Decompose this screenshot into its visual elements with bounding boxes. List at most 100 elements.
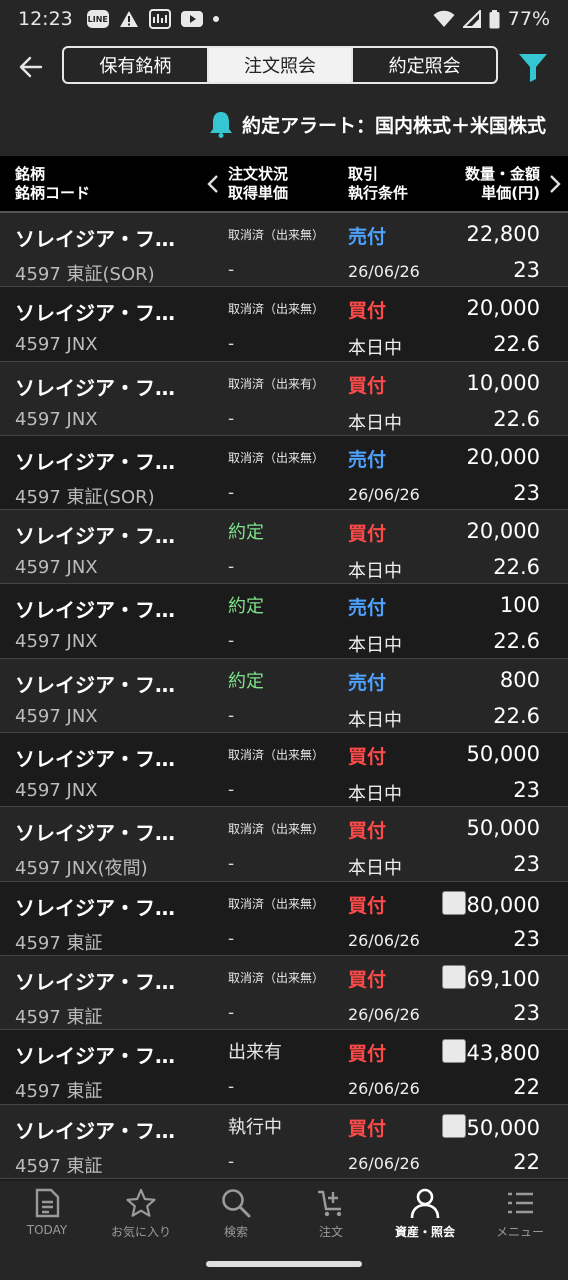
execution-condition: 本日中 <box>348 784 402 806</box>
warning-icon <box>119 11 138 27</box>
order-list[interactable]: ソレイジア・フ… 4597 東証(SOR) 取消済（出来無） - 売付 26/06/26 2… <box>0 213 568 1181</box>
order-row[interactable]: ソレイジア・フ… 4597 JNX(夜間) 取消済（出来無） - 買付 本日中 50,000… <box>0 807 568 882</box>
order-row[interactable]: ソレイジア・フ… 4597 東証 取消済（出来無） - 買付 26/06/26 80,000… <box>0 882 568 956</box>
quantity: 80,000 <box>441 890 540 917</box>
execution-condition: 26/06/26 <box>348 1004 420 1024</box>
execution-condition: 本日中 <box>348 561 402 583</box>
stock-code-market: 4597 JNX(夜間) <box>15 858 148 880</box>
order-row[interactable]: ソレイジア・フ… 4597 JNX 取消済（出来無） - 買付 本日中 20,000 22.6 <box>0 287 568 362</box>
acquisition-price: - <box>228 482 235 503</box>
order-row[interactable]: ソレイジア・フ… 4597 JNX 取消済（出来有） - 買付 本日中 10,000 22.6 <box>0 361 568 436</box>
col-status: 注文状況 取得単価 <box>228 165 289 202</box>
bell-icon <box>209 112 232 138</box>
unit-price: 23 <box>513 258 540 282</box>
quantity: 50,000 <box>467 742 540 766</box>
placeholder-glyph-icon <box>441 1113 466 1138</box>
order-row[interactable]: ソレイジア・フ… 4597 東証(SOR) 取消済（出来無） - 売付 26/06/26 2… <box>0 213 568 288</box>
quantity-value: 800 <box>499 667 540 692</box>
stock-name: ソレイジア・フ… <box>15 821 175 846</box>
quantity-value: 22,800 <box>466 222 540 246</box>
nav-menu[interactable]: メニュー <box>473 1187 567 1247</box>
order-status: 約定 <box>228 670 264 692</box>
quantity: 100 <box>500 593 540 617</box>
execution-condition: 26/06/26 <box>348 1153 420 1173</box>
order-row[interactable]: ソレイジア・フ… 4597 JNX 約定 - 売付 本日中 100 22.6 <box>0 584 568 659</box>
order-status: 出来有 <box>228 1042 282 1064</box>
unit-price: 23 <box>513 852 540 877</box>
execution-alert-link[interactable]: 約定アラート：国内株式＋米国株式 <box>208 110 546 138</box>
segmented-tabs: 保有銘柄 注文照会 約定照会 <box>62 46 498 84</box>
trade-side: 買付 <box>348 894 387 917</box>
col-qty: 数量・金額 単価(円) <box>464 165 540 202</box>
tab-holdings[interactable]: 保有銘柄 <box>64 48 207 82</box>
nav-favorites[interactable]: お気に入り <box>94 1187 188 1247</box>
tab-execution-inquiry[interactable]: 約定照会 <box>351 48 496 82</box>
quantity: 69,100 <box>441 964 540 991</box>
arrow-left-icon <box>19 56 43 78</box>
quantity-value: 43,800 <box>466 1041 540 1066</box>
trade-side: 買付 <box>348 1117 387 1140</box>
order-row[interactable]: ソレイジア・フ… 4597 東証 取消済（出来無） - 買付 26/06/26 69,100… <box>0 955 568 1031</box>
order-row[interactable]: ソレイジア・フ… 4597 東証 執行中 - 買付 26/06/26 50,000 22 <box>0 1104 568 1179</box>
stock-code-market: 4597 JNX <box>15 557 98 579</box>
order-row[interactable]: ソレイジア・フ… 4597 東証 出来有 - 買付 26/06/26 43,800 22 <box>0 1030 568 1105</box>
trade-side: 売付 <box>348 226 387 248</box>
order-row[interactable]: ソレイジア・フ… 4597 JNX 約定 - 買付 本日中 20,000 22.6 <box>0 510 568 585</box>
more-notifications-dot-icon <box>212 16 219 22</box>
trade-side: 買付 <box>348 523 387 546</box>
trade-side: 買付 <box>348 820 387 843</box>
placeholder-glyph-icon <box>441 964 466 989</box>
order-row[interactable]: ソレイジア・フ… 4597 JNX 約定 - 売付 本日中 800 22.6 <box>0 658 568 734</box>
quantity: 800 <box>500 668 540 692</box>
quantity: 10,000 <box>467 371 540 395</box>
nav-today[interactable]: TODAY <box>0 1187 94 1247</box>
nav-assets[interactable]: 資産・照会 <box>378 1187 472 1247</box>
back-button[interactable] <box>14 50 48 84</box>
nav-search[interactable]: 検索 <box>189 1187 283 1247</box>
order-status: 取消済（出来有） <box>228 376 325 391</box>
quantity-value: 20,000 <box>466 444 540 469</box>
quantity: 20,000 <box>467 296 540 320</box>
quantity-value: 50,000 <box>466 742 540 767</box>
quantity-value: 69,100 <box>466 966 540 991</box>
stock-code-market: 4597 JNX <box>15 780 98 802</box>
unit-price: 23 <box>513 480 540 505</box>
unit-price: 22.6 <box>493 406 540 431</box>
stock-code-market: 4597 東証 <box>15 1081 103 1103</box>
unit-price: 22 <box>513 1075 540 1100</box>
stock-name: ソレイジア・フ… <box>15 1044 175 1069</box>
execution-condition: 26/06/26 <box>348 1079 420 1099</box>
chevron-left-icon[interactable] <box>206 174 220 194</box>
trade-side: 買付 <box>348 300 387 323</box>
quantity: 50,000 <box>467 816 540 840</box>
quantity: 20,000 <box>467 445 540 469</box>
execution-condition: 本日中 <box>348 709 402 731</box>
execution-condition: 本日中 <box>348 338 402 360</box>
unit-price: 22 <box>513 1149 540 1174</box>
stock-name: ソレイジア・フ… <box>15 227 175 251</box>
unit-price: 22.6 <box>493 332 540 357</box>
unit-price: 23 <box>513 778 540 803</box>
filter-button[interactable] <box>516 50 550 84</box>
stock-code-market: 4597 JNX <box>15 705 98 727</box>
order-row[interactable]: ソレイジア・フ… 4597 東証(SOR) 取消済（出来無） - 売付 26/06/26 2… <box>0 436 568 511</box>
execution-condition: 26/06/26 <box>348 930 420 950</box>
execution-condition: 本日中 <box>348 412 402 434</box>
home-indicator[interactable] <box>206 1261 362 1267</box>
execution-condition: 26/06/26 <box>348 484 420 504</box>
order-row[interactable]: ソレイジア・フ… 4597 JNX 取消済（出来無） - 買付 本日中 50,000 23 <box>0 733 568 808</box>
unit-price: 23 <box>513 1000 540 1025</box>
quantity-value: 20,000 <box>466 519 540 544</box>
filter-icon <box>519 54 547 82</box>
stock-name: ソレイジア・フ… <box>15 1118 175 1143</box>
acquisition-price: - <box>228 705 235 726</box>
execution-condition: 本日中 <box>348 635 402 657</box>
order-status: 取消済（出来無） <box>228 228 325 242</box>
nav-order[interactable]: 注文 <box>284 1187 378 1247</box>
chevron-right-icon[interactable] <box>548 174 562 194</box>
stock-code-market: 4597 東証 <box>15 1006 103 1028</box>
unit-price: 22.6 <box>493 703 540 728</box>
line-app-icon: LINE <box>86 10 109 28</box>
youtube-icon <box>180 11 203 27</box>
tab-order-inquiry[interactable]: 注文照会 <box>206 48 352 82</box>
